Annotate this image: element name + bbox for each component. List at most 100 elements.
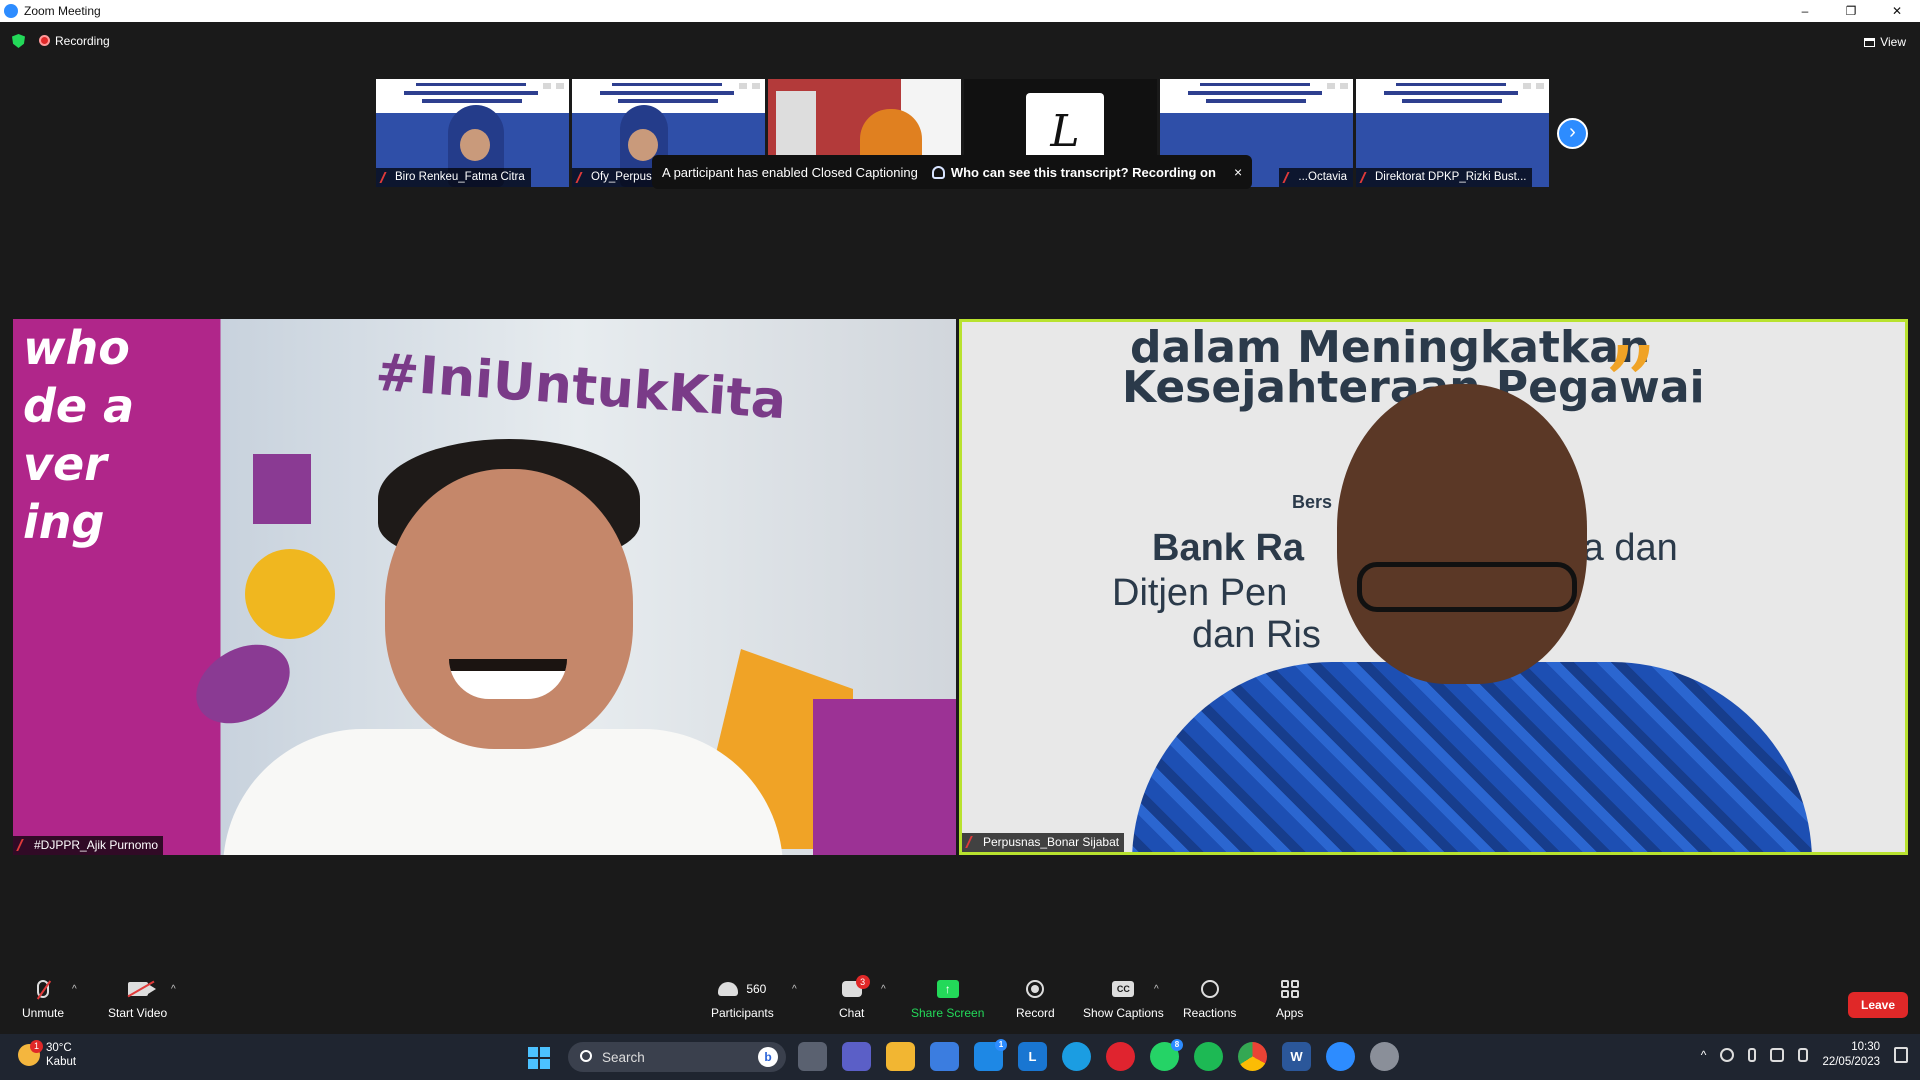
chrome-browser-icon[interactable] — [1238, 1042, 1267, 1071]
maximize-button[interactable]: ❐ — [1828, 0, 1874, 22]
whatsapp-badge: 8 — [1171, 1039, 1183, 1051]
muted-mic-icon — [379, 172, 393, 183]
mail-icon[interactable]: 1 — [974, 1039, 1007, 1071]
participant-face — [460, 129, 490, 161]
show-captions-button[interactable]: CC Show Captions — [1083, 978, 1164, 1020]
network-icon[interactable] — [1770, 1048, 1785, 1062]
volume-icon[interactable] — [1798, 1048, 1809, 1062]
notifications-icon[interactable] — [1894, 1047, 1908, 1063]
background-shape — [182, 628, 304, 740]
close-banner-button[interactable]: × — [1234, 164, 1242, 180]
background-hashtag: #IniUntukKita — [373, 342, 789, 432]
thumbnail-menu — [1522, 82, 1545, 90]
recording-label: Recording — [55, 34, 110, 48]
muted-mic-icon — [1282, 172, 1296, 183]
muted-mic-icon — [575, 172, 589, 183]
start-video-button[interactable]: Start Video — [108, 978, 167, 1020]
windows-taskbar: 1 30°C Kabut Search b 1 L 8 W ^ 10:30 22/… — [0, 1034, 1920, 1080]
app-l-icon[interactable]: L — [1018, 1042, 1047, 1071]
share-screen-icon: ↑ — [936, 980, 959, 998]
participant-name-tag: Direktorat DPKP_Rizki Bust... — [1356, 168, 1533, 187]
view-grid-icon — [1864, 37, 1876, 47]
system-tray: ^ 10:30 22/05/2023 — [1701, 1040, 1908, 1070]
edge-browser-icon[interactable] — [1062, 1042, 1091, 1071]
whatsapp-icon[interactable]: 8 — [1150, 1039, 1183, 1071]
quote-mark: ” — [1602, 323, 1659, 451]
spotify-icon[interactable] — [1194, 1042, 1223, 1071]
unmute-button[interactable]: Unmute — [22, 978, 64, 1020]
video-options-caret-icon[interactable]: ^ — [171, 984, 176, 995]
apps-button[interactable]: Apps — [1276, 978, 1303, 1020]
meeting-toolbar: Unmute ^ Start Video ^ 560 Participants … — [0, 972, 1920, 1034]
participants-count: 560 — [746, 982, 767, 996]
participant-shirt — [1132, 662, 1812, 852]
view-label: View — [1880, 35, 1906, 49]
video-tile-left[interactable]: who de a ver ing #IniUntukKita #DJPPR_Aj… — [13, 319, 956, 855]
participant-glasses — [1357, 562, 1577, 612]
record-button[interactable]: Record — [1016, 978, 1055, 1020]
share-screen-button[interactable]: ↑ Share Screen — [911, 978, 984, 1020]
recording-indicator[interactable]: Recording — [39, 34, 110, 48]
captions-caret-icon[interactable]: ^ — [1154, 984, 1159, 995]
audio-options-caret-icon[interactable]: ^ — [72, 984, 77, 995]
opera-browser-icon[interactable] — [1106, 1042, 1135, 1071]
closed-caption-banner: A participant has enabled Closed Caption… — [652, 155, 1253, 189]
minimize-button[interactable]: – — [1782, 0, 1828, 22]
microphone-tray-icon[interactable] — [1748, 1048, 1757, 1062]
reactions-label: Reactions — [1183, 1006, 1237, 1020]
bing-icon[interactable]: b — [758, 1047, 778, 1067]
chat-caret-icon[interactable]: ^ — [881, 984, 886, 995]
file-explorer-icon[interactable] — [886, 1042, 915, 1071]
onedrive-cloud-icon[interactable] — [1720, 1048, 1735, 1062]
thumbnail-menu — [738, 82, 761, 90]
participant-name-tag: Perpusnas_Bonar Sijabat — [962, 833, 1125, 852]
system-clock[interactable]: 10:30 22/05/2023 — [1822, 1040, 1880, 1070]
task-view-icon[interactable] — [798, 1042, 827, 1071]
zoom-app-icon[interactable] — [1326, 1042, 1355, 1071]
participants-button[interactable]: 560 Participants — [711, 978, 774, 1020]
word-icon[interactable]: W — [1282, 1042, 1311, 1071]
mic-muted-icon — [37, 980, 50, 998]
close-button[interactable]: ✕ — [1874, 0, 1920, 22]
weather-widget[interactable]: 1 30°C Kabut — [18, 1040, 76, 1069]
start-button-windows-icon[interactable] — [528, 1047, 550, 1069]
recording-dot-icon — [39, 35, 50, 46]
view-button[interactable]: View — [1864, 35, 1906, 49]
start-video-label: Start Video — [108, 1006, 168, 1020]
window-title: Zoom Meeting — [24, 4, 101, 18]
participants-label: Participants — [711, 1006, 774, 1020]
reactions-smiley-icon — [1200, 980, 1219, 998]
closed-captions-icon: CC — [1112, 981, 1135, 997]
leave-button[interactable]: Leave — [1848, 992, 1908, 1018]
taskbar-search[interactable]: Search b — [568, 1042, 786, 1072]
next-page-chevron-icon[interactable]: › — [1557, 118, 1588, 149]
chat-label: Chat — [839, 1006, 865, 1020]
microsoft-store-icon[interactable] — [930, 1042, 959, 1071]
participant-thumbnail[interactable]: Direktorat DPKP_Rizki Bust... — [1356, 79, 1549, 187]
background-shape — [813, 699, 956, 855]
thumbnail-menu — [1326, 82, 1349, 90]
cc-banner-text: A participant has enabled Closed Caption… — [662, 164, 918, 180]
participant-face — [385, 469, 633, 749]
show-hidden-icons-chevron-icon[interactable]: ^ — [1701, 1048, 1707, 1062]
chat-button[interactable]: 3 Chat — [839, 975, 870, 1020]
settings-gear-icon[interactable] — [1370, 1042, 1399, 1071]
search-placeholder: Search — [602, 1049, 645, 1065]
teams-chat-icon[interactable] — [842, 1042, 871, 1071]
background-slide-line: Bers — [1292, 492, 1333, 512]
participant-face — [1337, 384, 1587, 684]
transcript-visibility-link[interactable]: Who can see this transcript? Recording o… — [931, 165, 1216, 180]
weather-temp: 30°C — [46, 1042, 72, 1054]
participants-icon — [718, 982, 739, 996]
muted-mic-icon — [965, 836, 980, 848]
participants-caret-icon[interactable]: ^ — [792, 984, 797, 995]
video-tile-right-active-speaker[interactable]: dalam Meningkatkan Kesejahteraan Pegawai… — [959, 319, 1908, 855]
participant-thumbnail[interactable]: Biro Renkeu_Fatma Citra — [376, 79, 569, 187]
thumbnail-menu — [542, 82, 565, 90]
encryption-shield-icon[interactable] — [12, 34, 25, 48]
background-text: who de a ver ing — [23, 321, 135, 549]
reactions-button[interactable]: Reactions — [1183, 978, 1236, 1020]
zoom-logo-icon — [4, 4, 18, 18]
meeting-area: Recording View Biro Renkeu_Fatma Citra O… — [0, 22, 1920, 1034]
slide-background — [1160, 79, 1353, 113]
